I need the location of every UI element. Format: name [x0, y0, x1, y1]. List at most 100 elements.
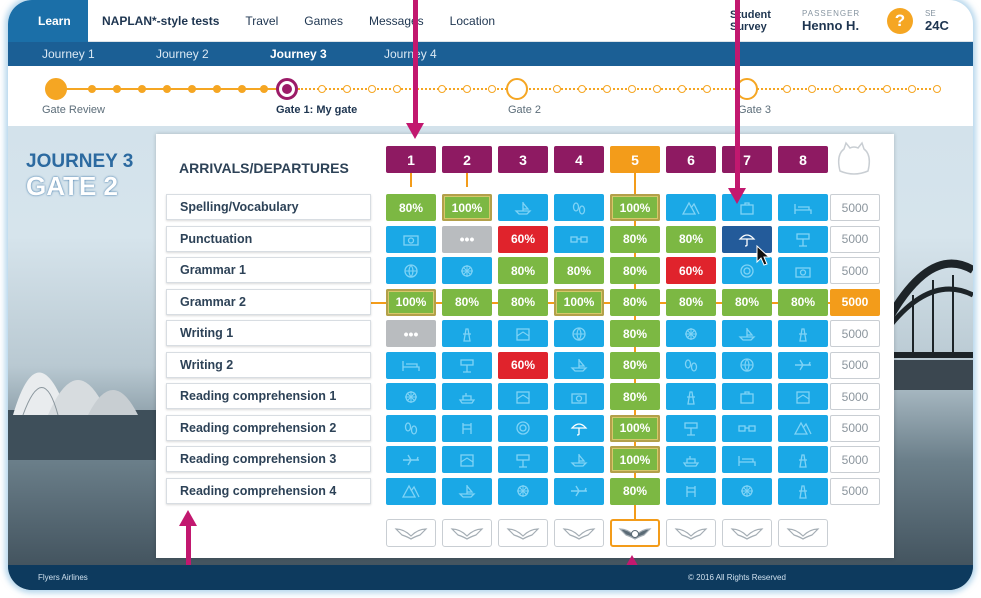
locked-cell-tower-icon[interactable] [778, 477, 828, 505]
locked-cell-mountain-icon[interactable] [386, 477, 436, 505]
nav-travel[interactable]: Travel [245, 14, 278, 28]
wings-badge-3[interactable] [498, 519, 548, 547]
row-label[interactable]: Reading comprehension 1 [166, 383, 371, 409]
locked-cell-umbrella-icon[interactable] [554, 414, 604, 442]
locked-cell-plane-icon[interactable] [554, 477, 604, 505]
locked-cell-tower-icon[interactable] [442, 320, 492, 347]
score-cell[interactable]: 80% [666, 288, 716, 316]
score-cell[interactable]: 80% [722, 288, 772, 316]
locked-cell-wheel-icon[interactable] [722, 477, 772, 505]
row-label[interactable]: Grammar 2 [166, 288, 371, 315]
score-cell[interactable]: 60% [666, 257, 716, 284]
score-cell[interactable]: 80% [610, 383, 660, 410]
locked-cell-camera-icon[interactable] [778, 257, 828, 284]
tab-journey-2[interactable]: Journey 2 [156, 47, 236, 61]
locked-cell-ship-icon[interactable] [666, 446, 716, 473]
gate-1-node[interactable] [276, 78, 298, 100]
locked-cell-wheel-icon[interactable] [498, 477, 548, 505]
column-header-5[interactable]: 5 [610, 146, 660, 173]
column-header-3[interactable]: 3 [498, 146, 548, 173]
locked-cell-chair-icon[interactable] [442, 414, 492, 442]
nav-learn-tab[interactable]: Learn [8, 0, 88, 42]
locked-cell-footprints-icon[interactable] [666, 351, 716, 379]
wings-badge-4[interactable] [554, 519, 604, 547]
locked-cell-map-icon[interactable] [778, 383, 828, 410]
locked-cell-plane-icon[interactable] [386, 446, 436, 473]
locked-cell-sign-icon[interactable] [778, 225, 828, 253]
locked-cell-globe-icon[interactable] [722, 351, 772, 379]
locked-cell-footprints-icon[interactable] [386, 414, 436, 442]
gate-2-node[interactable] [506, 78, 528, 100]
nav-games[interactable]: Games [304, 14, 343, 28]
column-header-1[interactable]: 1 [386, 146, 436, 173]
locked-cell-map-icon[interactable] [498, 320, 548, 347]
locked-cell-lifebuoy-icon[interactable] [498, 414, 548, 442]
row-label[interactable]: Punctuation [166, 225, 371, 252]
score-cell[interactable]: 100% [386, 288, 436, 316]
tab-journey-1[interactable]: Journey 1 [42, 47, 122, 61]
score-cell[interactable]: 80% [610, 477, 660, 505]
nav-naplan[interactable]: NAPLAN*-style tests [102, 14, 219, 28]
score-cell[interactable]: 100% [554, 288, 604, 316]
row-label[interactable]: Reading comprehension 4 [166, 477, 371, 504]
row-label[interactable]: Reading comprehension 3 [166, 446, 371, 472]
row-label[interactable]: Writing 1 [166, 320, 371, 346]
nav-location[interactable]: Location [450, 14, 495, 28]
locked-cell-camera-icon[interactable] [386, 225, 436, 253]
wings-badge-8[interactable] [778, 519, 828, 547]
locked-cell-boat-icon[interactable] [498, 194, 548, 221]
locked-cell-map-icon[interactable] [498, 383, 548, 410]
locked-cell-tower-icon[interactable] [666, 383, 716, 410]
locked-cell-wheel-icon[interactable] [386, 383, 436, 410]
locked-cell-globe-icon[interactable] [386, 257, 436, 284]
score-cell[interactable]: 100% [610, 414, 660, 442]
wings-badge-2[interactable] [442, 519, 492, 547]
locked-cell-glasses-icon[interactable] [722, 414, 772, 442]
column-header-7[interactable]: 7 [722, 146, 772, 173]
row-label[interactable]: Writing 2 [166, 351, 371, 378]
score-cell[interactable]: 80% [778, 288, 828, 316]
locked-cell-bed-icon[interactable] [386, 351, 436, 379]
score-cell[interactable]: ••• [386, 320, 436, 347]
locked-cell-suitcase-icon[interactable] [722, 383, 772, 410]
locked-cell-bed-icon[interactable] [778, 194, 828, 221]
locked-cell-sign-icon[interactable] [498, 446, 548, 473]
locked-cell-boat-icon[interactable] [722, 320, 772, 347]
locked-cell-boat-icon[interactable] [554, 351, 604, 379]
column-header-6[interactable]: 6 [666, 146, 716, 173]
row-label[interactable]: Grammar 1 [166, 257, 371, 283]
locked-cell-plane-icon[interactable] [778, 351, 828, 379]
wings-badge-7[interactable] [722, 519, 772, 547]
tab-journey-3[interactable]: Journey 3 [270, 47, 350, 61]
locked-cell-camera-icon[interactable] [554, 383, 604, 410]
score-cell[interactable]: 80% [666, 225, 716, 253]
wings-badge-6[interactable] [666, 519, 716, 547]
locked-cell-glasses-icon[interactable] [554, 225, 604, 253]
score-cell[interactable]: 100% [610, 446, 660, 473]
score-cell[interactable]: 80% [498, 257, 548, 284]
score-cell[interactable]: 80% [498, 288, 548, 316]
tab-journey-4[interactable]: Journey 4 [384, 47, 464, 61]
wings-badge-1[interactable] [386, 519, 436, 547]
locked-cell-globe-icon[interactable] [554, 320, 604, 347]
column-header-8[interactable]: 8 [778, 146, 828, 173]
score-cell[interactable]: 80% [610, 351, 660, 379]
score-cell[interactable]: 80% [554, 257, 604, 284]
locked-cell-sign-icon[interactable] [442, 351, 492, 379]
locked-cell-mountain-icon[interactable] [666, 194, 716, 221]
score-cell[interactable]: 80% [610, 320, 660, 347]
locked-cell-boat-icon[interactable] [442, 477, 492, 505]
score-cell[interactable]: 80% [610, 288, 660, 316]
column-header-2[interactable]: 2 [442, 146, 492, 173]
row-label[interactable]: Spelling/Vocabulary [166, 194, 371, 220]
locked-cell-boat-icon[interactable] [554, 446, 604, 473]
score-cell[interactable]: ••• [442, 225, 492, 253]
locked-cell-map-icon[interactable] [442, 446, 492, 473]
locked-cell-mountain-icon[interactable] [778, 414, 828, 442]
score-cell[interactable]: 100% [610, 194, 660, 221]
wings-badge-5[interactable] [610, 519, 660, 547]
locked-cell-sign-icon[interactable] [666, 414, 716, 442]
score-cell[interactable]: 80% [610, 225, 660, 253]
row-label[interactable]: Reading comprehension 2 [166, 414, 371, 441]
score-cell[interactable]: 80% [442, 288, 492, 316]
